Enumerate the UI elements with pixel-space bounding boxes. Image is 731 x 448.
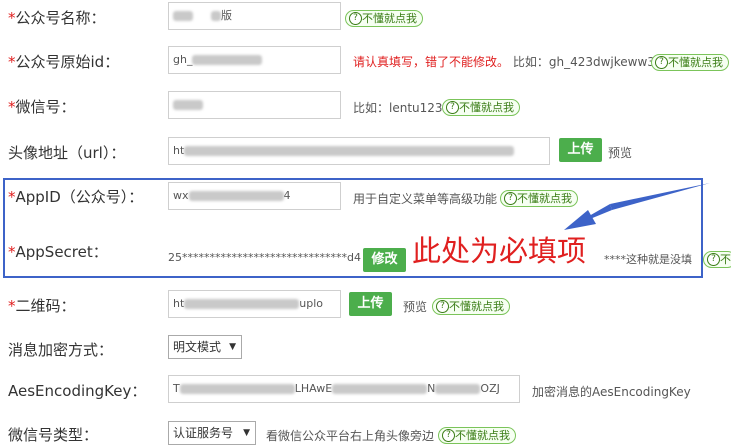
- avatar-label: 头像地址（url）：: [8, 144, 126, 162]
- help-icon: ?: [707, 253, 720, 266]
- type-hint: 看微信公众平台右上角头像旁边: [266, 429, 435, 443]
- help-icon: ?: [655, 56, 668, 69]
- appsecret-value: 25******************************d4: [168, 251, 361, 264]
- wechat-label: *微信号：: [8, 98, 76, 116]
- help-icon: ?: [442, 429, 455, 442]
- encrypt-select[interactable]: 明文模式 ▼: [168, 335, 242, 359]
- help-icon: ?: [504, 192, 517, 205]
- help-link-origid[interactable]: ? 不懂就点我: [651, 54, 729, 71]
- help-icon: ?: [349, 12, 362, 25]
- aeskey-input[interactable]: T LHAwE N OZJ: [168, 375, 520, 403]
- help-link-appsecret[interactable]: ?不懂: [703, 251, 731, 268]
- appsecret-hint: ****这种就是没填: [604, 253, 692, 266]
- help-link-type[interactable]: ? 不懂就点我: [438, 427, 516, 444]
- help-icon: ?: [446, 101, 459, 114]
- aeskey-hint: 加密消息的AesEncodingKey: [532, 385, 691, 399]
- qrcode-upload-button[interactable]: 上传: [349, 292, 392, 316]
- annotation-arrow-icon: [564, 183, 710, 230]
- help-link-qrcode[interactable]: ? 不懂就点我: [432, 298, 510, 315]
- qrcode-label: *二维码：: [8, 297, 76, 315]
- appsecret-label: *AppSecret：: [8, 243, 108, 261]
- avatar-preview-link[interactable]: 预览: [608, 144, 632, 161]
- caret-down-icon: ▼: [243, 428, 250, 438]
- wechat-hint: 比如：lentu123: [353, 101, 443, 115]
- origid-input[interactable]: gh_: [168, 46, 341, 74]
- help-link-wechat[interactable]: ? 不懂就点我: [442, 99, 520, 116]
- avatar-input[interactable]: ht: [168, 137, 550, 165]
- encrypt-label: 消息加密方式：: [8, 341, 114, 359]
- appid-label: *AppID（公众号）：: [8, 188, 144, 206]
- origid-hint: 请认真填写，错了不能修改。 比如：gh_423dwjkeww3: [353, 55, 655, 69]
- caret-down-icon: ▼: [229, 342, 236, 352]
- aeskey-label: AesEncodingKey：: [8, 382, 147, 400]
- name-input[interactable]: 版: [168, 2, 341, 30]
- appid-input[interactable]: wx 4: [168, 182, 341, 210]
- origid-label: *公众号原始id：: [8, 53, 120, 71]
- required-annotation: 此处为必填项: [412, 234, 587, 268]
- qrcode-preview-link[interactable]: 预览: [403, 298, 427, 315]
- help-link-name[interactable]: ? 不懂就点我: [345, 10, 423, 27]
- name-label: *公众号名称：: [8, 9, 106, 27]
- type-select[interactable]: 认证服务号 ▼: [168, 421, 256, 445]
- qrcode-input[interactable]: ht uplo: [168, 290, 341, 318]
- help-icon: ?: [436, 300, 449, 313]
- type-label: 微信号类型：: [8, 426, 99, 444]
- avatar-upload-button[interactable]: 上传: [559, 138, 602, 162]
- appid-hint: 用于自定义菜单等高级功能: [353, 192, 498, 206]
- wechat-input[interactable]: [168, 91, 341, 119]
- appsecret-edit-button[interactable]: 修改: [363, 248, 406, 272]
